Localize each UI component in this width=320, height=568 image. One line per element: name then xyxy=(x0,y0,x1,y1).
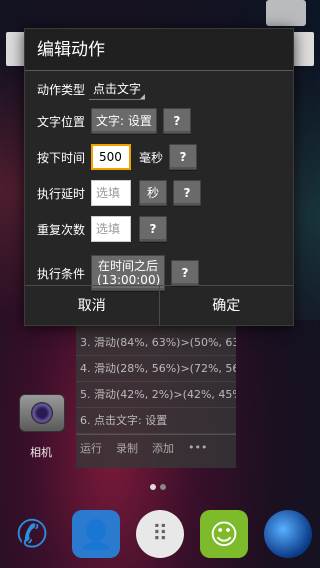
action-type-spinner[interactable]: 点击文字 xyxy=(89,78,146,100)
text-position-help-button[interactable]: ? xyxy=(162,108,191,134)
exec-delay-unit-button[interactable]: 秒 xyxy=(139,180,167,206)
page-indicator xyxy=(150,484,166,490)
exec-delay-label: 执行延时 xyxy=(37,186,86,201)
messaging-icon[interactable]: ☺ xyxy=(200,510,248,558)
row-text-position: 文字位置 文字: 设置 ? xyxy=(37,107,191,135)
row-exec-delay: 执行延时 选填 秒 ? xyxy=(37,179,201,207)
repeat-count-input[interactable]: 选填 xyxy=(91,216,131,242)
edit-action-dialog: 编辑动作 动作类型 点击文字 文字位置 文字: 设置 ? 按下时间 500 毫秒… xyxy=(24,28,294,326)
browser-globe-icon[interactable] xyxy=(264,510,312,558)
more-menu-icon[interactable]: ••• xyxy=(188,441,207,454)
exec-condition-line1: 在时间之后 xyxy=(97,259,158,273)
press-time-input[interactable]: 500 xyxy=(91,144,131,170)
action-type-label: 动作类型 xyxy=(37,82,86,97)
press-time-unit: 毫秒 xyxy=(139,150,164,165)
press-time-label: 按下时间 xyxy=(37,150,86,165)
dialog-actions: 取消 确定 xyxy=(25,285,293,325)
run-button[interactable]: 运行 xyxy=(80,440,102,456)
repeat-count-help-button[interactable]: ? xyxy=(139,216,167,242)
text-position-button[interactable]: 文字: 设置 xyxy=(91,108,157,134)
press-time-help-button[interactable]: ? xyxy=(169,144,198,170)
row-repeat-count: 重复次数 选填 ? xyxy=(37,215,167,243)
camera-icon xyxy=(19,394,65,432)
floating-action-list: 3. 滑动(84%, 63%)>(50%, 63 4. 滑动(28%, 56%)… xyxy=(76,318,236,468)
exec-delay-input[interactable]: 选填 xyxy=(91,180,131,206)
list-item[interactable]: 6. 点击文字: 设置 xyxy=(76,408,236,434)
text-position-label: 文字位置 xyxy=(37,114,86,129)
camera-app-shortcut[interactable]: 相机 xyxy=(14,394,70,460)
row-press-time: 按下时间 500 毫秒 ? xyxy=(37,143,198,171)
list-item[interactable]: 5. 滑动(42%, 2%)>(42%, 45%) xyxy=(76,382,236,408)
phone-icon[interactable]: ✆ xyxy=(8,510,56,558)
list-item[interactable]: 3. 滑动(84%, 63%)>(50%, 63 xyxy=(76,330,236,356)
exec-condition-label: 执行条件 xyxy=(37,266,86,281)
exec-condition-help-button[interactable]: ? xyxy=(171,260,199,286)
row-action-type: 动作类型 点击文字 xyxy=(37,75,146,103)
page-dot xyxy=(160,484,166,490)
page-dot-active xyxy=(150,484,156,490)
contacts-icon[interactable]: 👤 xyxy=(72,510,120,558)
cancel-button[interactable]: 取消 xyxy=(25,286,159,325)
app-drawer-icon[interactable]: ⠿ xyxy=(136,510,184,558)
camera-app-label: 相机 xyxy=(30,446,52,459)
repeat-count-label: 重复次数 xyxy=(37,222,86,237)
list-item[interactable]: 4. 滑动(28%, 56%)>(72%, 56%) xyxy=(76,356,236,382)
add-button[interactable]: 添加 xyxy=(152,440,174,456)
exec-delay-help-button[interactable]: ? xyxy=(173,180,201,206)
confirm-button[interactable]: 确定 xyxy=(158,286,294,325)
record-button[interactable]: 录制 xyxy=(116,440,138,456)
dialog-title: 编辑动作 xyxy=(25,29,293,71)
floating-toolbar: 运行 录制 添加 ••• xyxy=(76,434,236,460)
background-widget xyxy=(266,0,306,26)
launcher-dock: ✆ 👤 ⠿ ☺ xyxy=(0,500,320,568)
